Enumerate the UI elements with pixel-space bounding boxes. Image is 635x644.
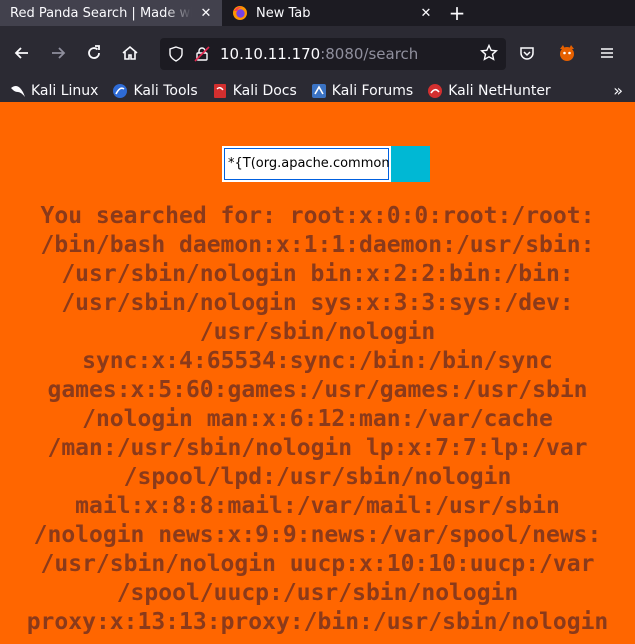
search-result-text: You searched for: root:x:0:0:root:/root:… xyxy=(8,202,627,637)
result-line: sync:x:4:65534:sync:/bin:/bin/sync xyxy=(82,348,553,374)
shield-icon xyxy=(169,46,183,62)
bookmark-label: Kali Docs xyxy=(232,83,297,99)
kali-nethunter-icon xyxy=(428,84,443,98)
back-button[interactable] xyxy=(6,37,38,69)
page-content: *{T(org.apache.commons.io You searched f… xyxy=(0,102,635,644)
arrow-right-icon xyxy=(52,47,66,59)
result-line: /nologin news:x:9:9:news:/var/spool/news… xyxy=(33,522,602,548)
result-line: /usr/sbin/nologin uucp:x:10:10:uucp:/var xyxy=(40,551,595,577)
bookmark-kali-forums[interactable]: Kali Forums xyxy=(311,83,413,99)
result-line: /bin/bash daemon:x:1:1:daemon:/usr/sbin: xyxy=(40,232,595,258)
bookmark-kali-nethunter[interactable]: Kali NetHunter xyxy=(427,83,551,99)
result-line: /usr/sbin/nologin bin:x:2:2:bin:/bin: xyxy=(61,261,574,287)
bookmark-label: Kali Linux xyxy=(31,83,99,99)
menu-button[interactable] xyxy=(591,37,623,69)
star-icon[interactable] xyxy=(480,44,498,62)
bookmark-label: Kali Forums xyxy=(331,83,414,99)
tab-red-panda-search[interactable]: Red Panda Search | Made with ✕ xyxy=(0,0,222,26)
address-bar[interactable]: 10.10.11.170:8080/search xyxy=(160,38,506,70)
forward-button[interactable] xyxy=(42,37,74,69)
kali-dragon-icon xyxy=(11,86,25,97)
search-button[interactable] xyxy=(391,146,430,182)
reload-icon xyxy=(88,45,100,59)
new-tab-button[interactable]: + xyxy=(442,0,472,26)
tab-title: Red Panda Search | Made with xyxy=(10,5,192,21)
bookmark-kali-linux[interactable]: Kali Linux xyxy=(10,83,98,99)
tab-new-tab[interactable]: New Tab ✕ xyxy=(222,0,442,26)
firefox-icon xyxy=(233,6,247,20)
bookmark-label: Kali NetHunter xyxy=(448,83,551,99)
home-button[interactable] xyxy=(114,37,146,69)
result-line: /usr/sbin/nologin sys:x:3:3:sys:/dev: xyxy=(61,290,574,316)
bookmark-kali-tools[interactable]: Kali Tools xyxy=(112,83,198,99)
result-line: proxy:x:13:13:proxy:/bin:/usr/sbin/nolog… xyxy=(26,609,609,635)
close-icon[interactable]: ✕ xyxy=(418,5,434,21)
url-host: 10.10.11.170 xyxy=(220,45,321,63)
result-line: /usr/sbin/nologin xyxy=(199,319,436,345)
extension-button[interactable] xyxy=(551,37,583,69)
hamburger-menu-icon xyxy=(601,48,613,58)
result-line: games:x:5:60:games:/usr/games:/usr/sbin xyxy=(47,377,588,403)
pocket-button[interactable] xyxy=(511,37,543,69)
navigation-bar: 10.10.11.170:8080/search xyxy=(0,26,635,80)
kali-forums-icon xyxy=(311,84,326,98)
search-form: *{T(org.apache.commons.io xyxy=(222,146,430,182)
arrow-left-icon xyxy=(14,47,28,59)
chevron-double-right-icon[interactable]: » xyxy=(613,81,623,100)
reload-button[interactable] xyxy=(78,37,110,69)
bookmark-kali-docs[interactable]: Kali Docs xyxy=(212,83,297,99)
search-input[interactable]: *{T(org.apache.commons.io xyxy=(222,146,391,182)
result-line: /nologin man:x:6:12:man:/var/cache xyxy=(82,406,553,432)
bookmarks-toolbar: Kali Linux Kali Tools Kali Docs Kali For… xyxy=(0,80,635,102)
bookmark-label: Kali Tools xyxy=(133,83,198,99)
result-line: /man:/usr/sbin/nologin lp:x:7:7:lp:/var xyxy=(47,435,588,461)
result-line: mail:x:8:8:mail:/var/mail:/usr/sbin xyxy=(75,493,560,519)
foxyproxy-icon xyxy=(560,45,574,61)
result-line: You searched for: root:x:0:0:root:/root: xyxy=(40,203,595,229)
url-path: :8080/search xyxy=(320,45,419,63)
insecure-lock-icon[interactable] xyxy=(194,46,210,62)
toolbar-right xyxy=(511,37,627,69)
result-line: /spool/uucp:/usr/sbin/nologin xyxy=(116,580,519,606)
pocket-icon xyxy=(520,47,534,60)
tab-strip: Red Panda Search | Made with ✕ New Tab ✕… xyxy=(0,0,635,26)
kali-docs-icon xyxy=(213,84,226,98)
close-icon[interactable]: ✕ xyxy=(198,5,214,21)
home-icon xyxy=(122,45,138,60)
tab-title: New Tab xyxy=(256,5,311,21)
result-line: /spool/lpd:/usr/sbin/nologin xyxy=(123,464,512,490)
kali-tools-icon xyxy=(113,84,128,98)
